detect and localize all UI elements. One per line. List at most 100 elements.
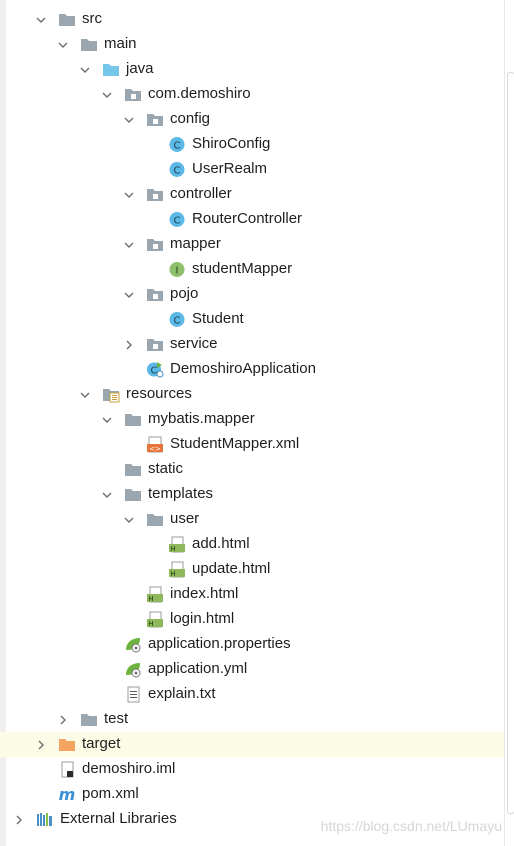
tree-node-index-html[interactable]: Hindex.html [0,582,504,607]
text-file-icon [124,686,142,703]
excluded-folder-icon [58,736,76,753]
chevron-down-icon[interactable] [123,113,135,125]
spring-boot-class-icon: C [146,361,164,378]
html-file-icon: H [168,561,186,578]
tree-node-application-yml[interactable]: application.yml [0,657,504,682]
tree-node-label: java [126,60,154,77]
resources-folder-icon [102,386,120,403]
svg-text:C: C [174,216,181,227]
tree-node-label: UserRealm [192,160,268,177]
tree-node-label: add.html [192,535,250,552]
chevron-right-icon[interactable] [35,738,47,750]
tree-node-user[interactable]: user [0,507,504,532]
tree-node-add-html[interactable]: Hadd.html [0,532,504,557]
svg-text:C: C [151,366,158,377]
tree-node-application-properties[interactable]: application.properties [0,632,504,657]
tree-node-label: test [104,710,129,727]
tree-node-mybatis-mapper[interactable]: mybatis.mapper [0,407,504,432]
tree-node-java[interactable]: java [0,57,504,82]
tree-node-explain-txt[interactable]: explain.txt [0,682,504,707]
tree-node-login-html[interactable]: Hlogin.html [0,607,504,632]
source-folder-icon [102,61,120,78]
tree-node-label: service [170,335,218,352]
tree-node-test[interactable]: test [0,707,504,732]
folder-icon [58,11,76,28]
tree-node-label: StudentMapper.xml [170,435,300,452]
html-file-icon: H [168,536,186,553]
folder-icon [124,411,142,428]
tree-node-label: index.html [170,585,239,602]
tree-node-label: login.html [170,610,235,627]
package-icon [146,236,164,253]
tree-node-label: mybatis.mapper [148,410,255,427]
tree-node-label: update.html [192,560,271,577]
maven-icon: m [58,785,76,804]
tree-node-label: src [82,10,102,27]
tree-node-routercontroller[interactable]: C RouterController [0,207,504,232]
html-file-icon: H [146,586,164,603]
tree-node-studentmapper[interactable]: IstudentMapper [0,257,504,282]
chevron-down-icon[interactable] [123,188,135,200]
chevron-down-icon[interactable] [35,13,47,25]
interface-icon: I [168,261,186,278]
folder-icon [124,486,142,503]
class-icon: C [168,311,186,328]
svg-text:<>: <> [149,445,161,453]
tree-node-templates[interactable]: templates [0,482,504,507]
tree-node-label: explain.txt [148,685,216,702]
svg-text:I: I [176,266,179,277]
chevron-right-icon[interactable] [13,813,25,825]
tree-node-shiroconfig[interactable]: C ShiroConfig [0,132,504,157]
svg-text:C: C [174,141,181,152]
package-icon [146,186,164,203]
chevron-down-icon[interactable] [101,413,113,425]
class-icon: C [168,136,186,153]
tree-node-label: ShiroConfig [192,135,271,152]
chevron-down-icon[interactable] [79,388,91,400]
chevron-right-icon[interactable] [123,338,135,350]
tree-node-pojo[interactable]: pojo [0,282,504,307]
tree-node-controller[interactable]: controller [0,182,504,207]
tree-node-userrealm[interactable]: C UserRealm [0,157,504,182]
libraries-icon [36,811,54,828]
tree-node-label: user [170,510,200,527]
tree-node-label: pom.xml [82,785,139,802]
tree-node-com-demoshiro[interactable]: com.demoshiro [0,82,504,107]
tree-node-config[interactable]: config [0,107,504,132]
tree-node-src[interactable]: src [0,7,504,32]
xml-file-icon: <> [146,436,164,453]
tree-node-label: target [82,735,121,752]
chevron-down-icon[interactable] [79,63,91,75]
tree-node-target[interactable]: target [0,732,504,757]
chevron-down-icon[interactable] [101,88,113,100]
chevron-down-icon[interactable] [123,288,135,300]
project-tree: src main java com.demoshiro config C ShiroConf… [0,0,514,846]
tree-node-main[interactable]: main [0,32,504,57]
chevron-down-icon[interactable] [123,238,135,250]
chevron-down-icon[interactable] [123,513,135,525]
tree-node-label: static [148,460,184,477]
tree-node-student[interactable]: C Student [0,307,504,332]
tree-node-label: Student [192,310,244,327]
tree-node-label: demoshiro.iml [82,760,176,777]
tree-node-resources[interactable]: resources [0,382,504,407]
tree-node-label: pojo [170,285,199,302]
tree-node-pom-xml[interactable]: m pom.xml [0,782,504,807]
tree-node-service[interactable]: service [0,332,504,357]
svg-text:H: H [170,570,175,578]
tree-node-static[interactable]: static [0,457,504,482]
tree-node-mapper[interactable]: mapper [0,232,504,257]
tree-node-demoshiro-iml[interactable]: demoshiro.iml [0,757,504,782]
tree-node-label: application.properties [148,635,291,652]
vertical-scrollbar[interactable] [504,0,514,846]
scrollbar-thumb[interactable] [507,72,514,814]
chevron-right-icon[interactable] [57,713,69,725]
tree-node-update-html[interactable]: Hupdate.html [0,557,504,582]
chevron-down-icon[interactable] [57,38,69,50]
iml-file-icon [58,761,76,778]
folder-icon [80,36,98,53]
svg-text:H: H [148,595,153,603]
chevron-down-icon[interactable] [101,488,113,500]
tree-node-studentmapper-xml[interactable]: <> StudentMapper.xml [0,432,504,457]
tree-node-demoshiroapplication[interactable]: C DemoshiroApplication [0,357,504,382]
